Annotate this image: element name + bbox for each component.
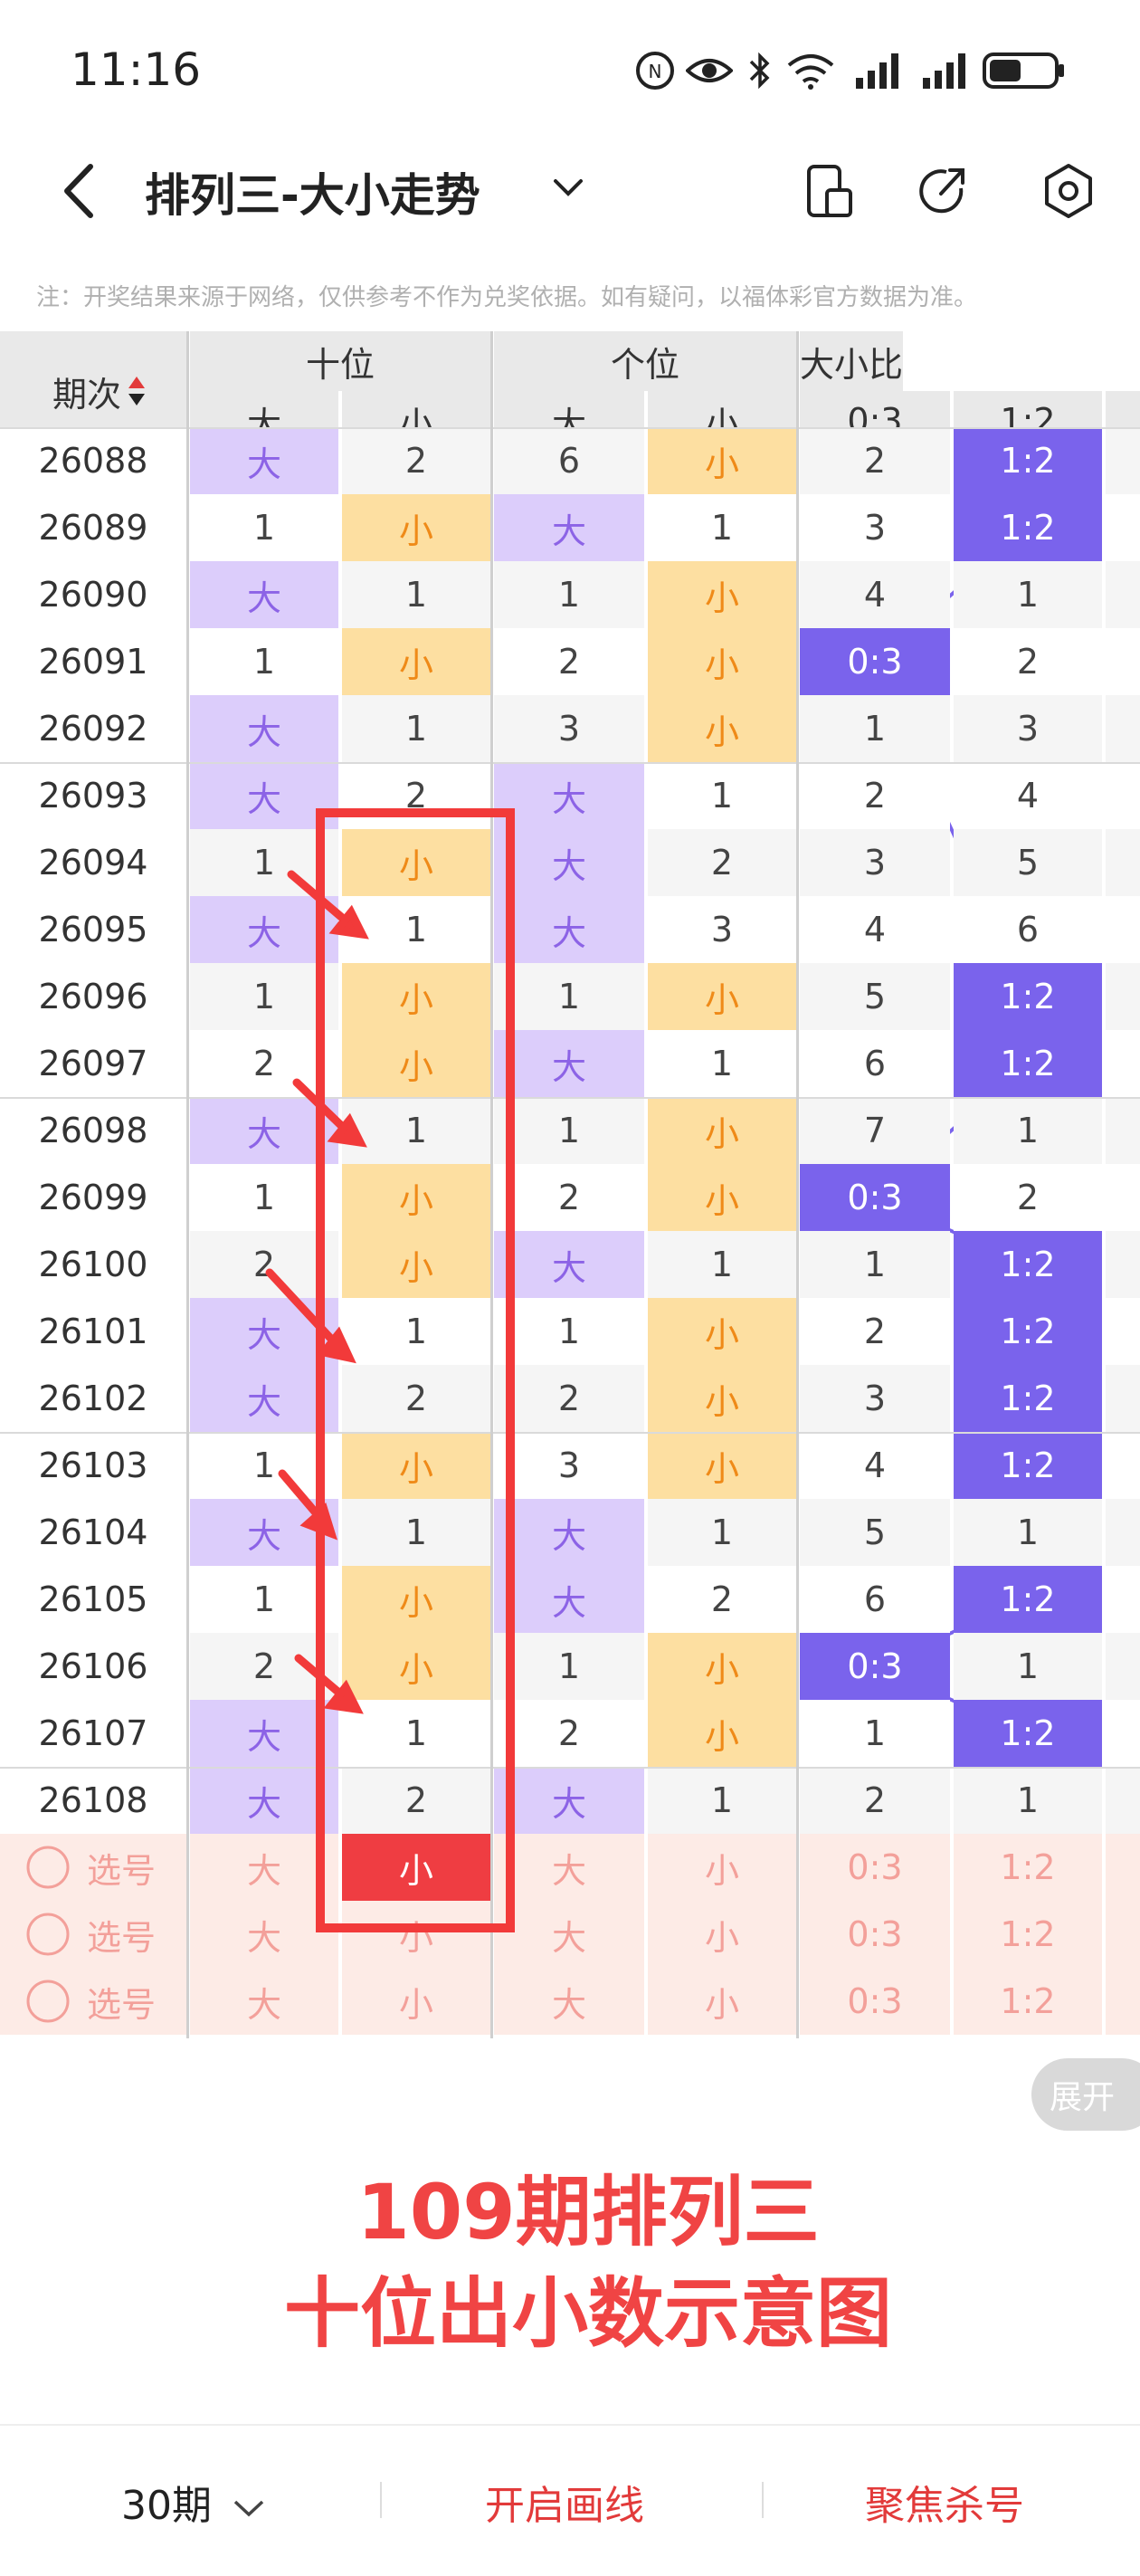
draw-lines-button[interactable]: 开启画线 bbox=[485, 2473, 644, 2531]
divider bbox=[762, 2482, 764, 2518]
focus-kill-button[interactable]: 聚焦杀号 bbox=[865, 2473, 1024, 2531]
divider bbox=[380, 2482, 382, 2518]
chevron-down-icon bbox=[233, 2500, 264, 2517]
annotation-box bbox=[316, 808, 515, 1932]
arrow-icon bbox=[294, 1654, 364, 1714]
arrow-icon bbox=[287, 870, 369, 940]
period-select[interactable]: 30期 bbox=[121, 2473, 266, 2531]
annotation-overlay bbox=[265, 808, 515, 1932]
arrow-icon bbox=[292, 1078, 367, 1148]
arrow-icon bbox=[265, 1268, 356, 1364]
period-select-label: 30期 bbox=[121, 2483, 212, 2529]
